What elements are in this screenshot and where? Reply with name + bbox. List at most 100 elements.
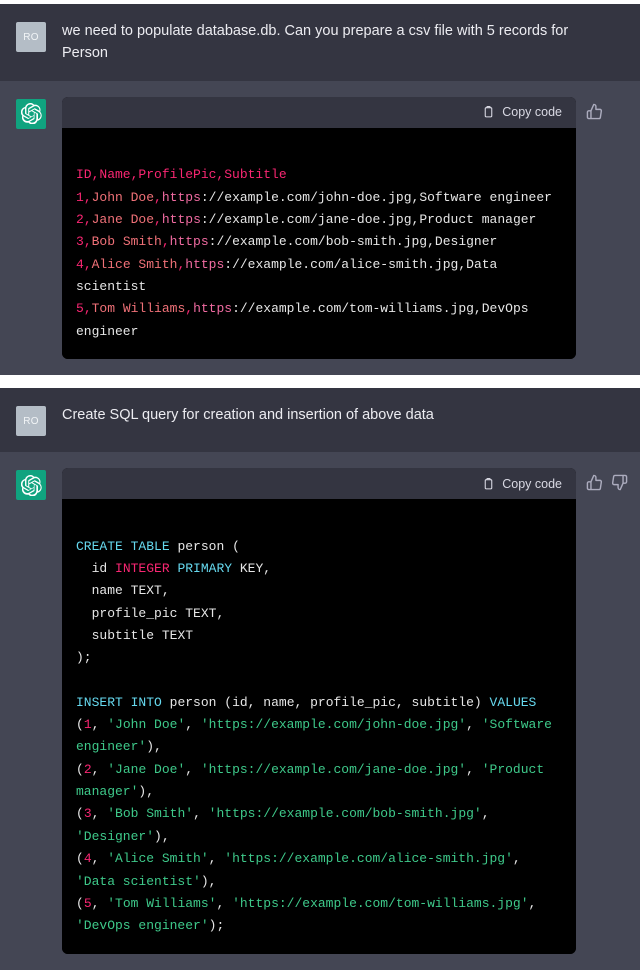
sql-column-type: TEXT (131, 583, 162, 598)
csv-header-line: ID,Name,ProfilePic,Subtitle (76, 164, 562, 186)
sql-kw-create: CREATE (76, 539, 123, 554)
sql-column-trailing: , (216, 606, 224, 621)
csv-row-url: ://example.com/jane-doe.jpg (201, 212, 412, 227)
code-block-csv: Copy code ID,Name,ProfilePic,Subtitle1,J… (62, 97, 576, 359)
message-body: Create SQL query for creation and insert… (62, 404, 640, 436)
sql-value-url: 'https://example.com/alice-smith.jpg' (224, 851, 513, 866)
csv-row-subtitle: Software engineer (419, 190, 552, 205)
avatar-column (0, 97, 62, 359)
sql-row-trailing: , (146, 784, 154, 799)
csv-row-3: 3,Bob Smith,https://example.com/bob-smit… (76, 231, 562, 253)
message-body: we need to populate database.db. Can you… (62, 20, 640, 65)
sql-insert-row-3: (3, 'Bob Smith', 'https://example.com/bo… (76, 803, 562, 848)
csv-header-columns: ID,Name,ProfilePic,Subtitle (76, 167, 287, 182)
csv-row-name: Tom Williams (92, 301, 186, 316)
sql-value-id: 2 (84, 762, 92, 777)
csv-row-proto: https (185, 257, 224, 272)
clipboard-icon (482, 105, 495, 119)
message-assistant-1: Copy code ID,Name,ProfilePic,Subtitle1,J… (0, 81, 640, 375)
sql-insert-line: INSERT INTO person (id, name, profile_pi… (76, 692, 562, 714)
user-avatar: RO (16, 22, 46, 52)
csv-row-proto: https (162, 190, 201, 205)
csv-row-proto: https (193, 301, 232, 316)
chat-conversation: RO we need to populate database.db. Can … (0, 0, 640, 905)
csv-row-4: 4,Alice Smith,https://example.com/alice-… (76, 254, 562, 299)
csv-row-url: ://example.com/bob-smith.jpg (209, 234, 427, 249)
csv-row-proto: https (162, 212, 201, 227)
csv-row-id: 1 (76, 190, 84, 205)
sql-column-constraint-kw: PRIMARY (177, 561, 232, 576)
openai-logo-avatar (16, 470, 46, 500)
csv-row-id: 2 (76, 212, 84, 227)
sql-column-2: name TEXT, (76, 580, 562, 602)
user-message-text: Create SQL query for creation and insert… (62, 404, 630, 426)
sql-open-paren: ( (224, 539, 240, 554)
sql-create-line: CREATE TABLE person ( (76, 536, 562, 558)
sql-column-trailing: , (162, 583, 170, 598)
sql-insert-row-5: (5, 'Tom Williams', 'https://example.com… (76, 893, 562, 938)
sql-value-id: 1 (84, 717, 92, 732)
avatar-column: RO (0, 20, 62, 65)
assistant-inner: Copy code ID,Name,ProfilePic,Subtitle1,J… (62, 97, 640, 359)
message-user-1: RO we need to populate database.db. Can … (0, 4, 640, 81)
clipboard-icon (482, 477, 495, 491)
sql-value-subtitle: 'DevOps engineer' (76, 918, 209, 933)
thumbs-up-icon[interactable] (586, 474, 603, 491)
assistant-inner: Copy code CREATE TABLE person ( id INTEG… (62, 468, 640, 953)
csv-row-name: Jane Doe (92, 212, 154, 227)
sql-column-4: subtitle TEXT (76, 625, 562, 647)
sql-column-name: id (92, 561, 108, 576)
sql-row-trailing: , (154, 739, 162, 754)
sql-row-trailing: ; (216, 918, 224, 933)
thumbs-up-icon[interactable] (586, 103, 603, 120)
sql-kw-into: INTO (131, 695, 162, 710)
sql-column-name: profile_pic (92, 606, 178, 621)
csv-row-url: ://example.com/john-doe.jpg (201, 190, 412, 205)
message-assistant-2: Copy code CREATE TABLE person ( id INTEG… (0, 452, 640, 969)
sql-value-url: 'https://example.com/jane-doe.jpg' (201, 762, 466, 777)
csv-row-2: 2,Jane Doe,https://example.com/jane-doe.… (76, 209, 562, 231)
sql-row-trailing: , (162, 829, 170, 844)
avatar-column: RO (0, 404, 62, 436)
openai-logo-avatar (16, 99, 46, 129)
code-block-header: Copy code (62, 468, 576, 499)
sql-kw-insert: INSERT (76, 695, 123, 710)
sql-blank-line (76, 670, 562, 692)
code-block-sql: Copy code CREATE TABLE person ( id INTEG… (62, 468, 576, 953)
copy-code-label: Copy code (502, 477, 562, 491)
message-user-2: RO Create SQL query for creation and ins… (0, 388, 640, 452)
csv-row-url: ://example.com/alice-smith.jpg (224, 257, 458, 272)
thumbs-down-icon[interactable] (611, 474, 628, 491)
sql-kw-table: TABLE (131, 539, 170, 554)
sql-row-trailing: , (209, 874, 217, 889)
csv-row-name: John Doe (92, 190, 154, 205)
sql-table-name: person (177, 539, 224, 554)
avatar-column (0, 468, 62, 953)
user-avatar-initials: RO (23, 416, 39, 427)
sql-value-id: 3 (84, 806, 92, 821)
sql-column-name: name (92, 583, 123, 598)
csv-row-id: 4 (76, 257, 84, 272)
assistant-action-rail (582, 97, 640, 359)
assistant-action-rail (582, 468, 640, 953)
sql-value-url: 'https://example.com/tom-williams.jpg' (232, 896, 528, 911)
sql-column-name: subtitle (92, 628, 154, 643)
copy-code-label: Copy code (502, 105, 562, 119)
code-content-csv[interactable]: ID,Name,ProfilePic,Subtitle1,John Doe,ht… (62, 128, 576, 359)
sql-value-id: 4 (84, 851, 92, 866)
sql-insert-row-2: (2, 'Jane Doe', 'https://example.com/jan… (76, 759, 562, 804)
sql-create-close: ); (76, 647, 562, 669)
copy-code-button[interactable]: Copy code (482, 105, 562, 119)
csv-row-subtitle: Product manager (419, 212, 536, 227)
assistant-content: Copy code CREATE TABLE person ( id INTEG… (62, 468, 582, 953)
user-message-text: we need to populate database.db. Can you… (62, 20, 630, 65)
copy-code-button[interactable]: Copy code (482, 477, 562, 491)
csv-row-url: ://example.com/tom-williams.jpg (232, 301, 474, 316)
csv-row-id: 3 (76, 234, 84, 249)
user-avatar-initials: RO (23, 32, 39, 43)
csv-row-name: Bob Smith (92, 234, 162, 249)
code-content-sql[interactable]: CREATE TABLE person ( id INTEGER PRIMARY… (62, 499, 576, 953)
sql-column-constraint-rest: KEY (232, 561, 263, 576)
sql-insert-table: person (170, 695, 217, 710)
sql-column-type: TEXT (185, 606, 216, 621)
